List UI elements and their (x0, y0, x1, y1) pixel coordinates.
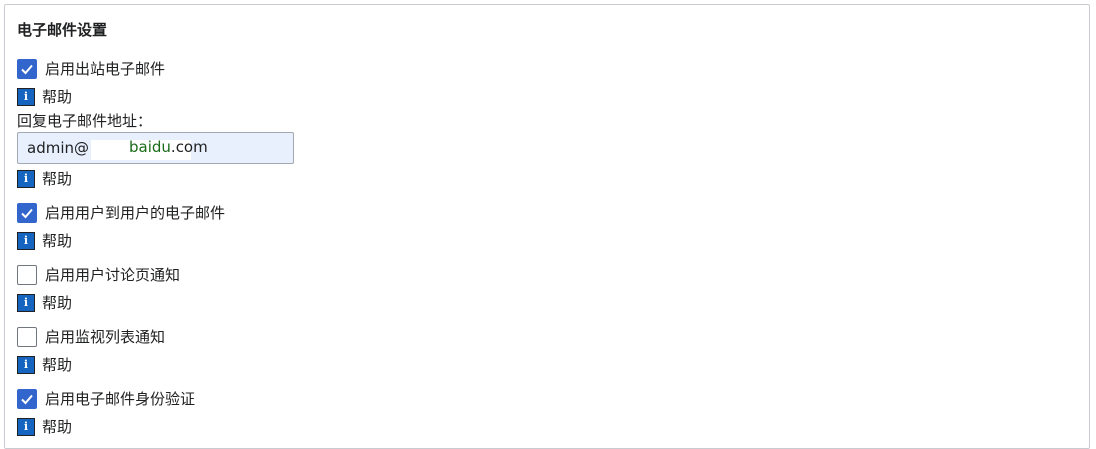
email-authentication-label[interactable]: 启用电子邮件身份验证 (45, 388, 195, 409)
section-title: 电子邮件设置 (17, 21, 108, 39)
help-link-user-to-user[interactable]: i 帮助 (17, 230, 72, 251)
help-label[interactable]: 帮助 (42, 354, 72, 375)
reply-email-domain: baidu.com (129, 138, 208, 156)
user-to-user-email-checkbox[interactable] (17, 202, 37, 223)
watchlist-notification-checkbox[interactable] (17, 326, 37, 347)
user-talk-notification-label[interactable]: 启用用户讨论页通知 (45, 264, 180, 285)
setting-email-authentication[interactable]: 启用电子邮件身份验证 (17, 388, 195, 409)
outbound-email-checkbox[interactable] (17, 58, 37, 79)
help-link-user-talk[interactable]: i 帮助 (17, 292, 72, 313)
help-label[interactable]: 帮助 (42, 416, 72, 437)
help-link-outbound[interactable]: i 帮助 (17, 86, 72, 107)
setting-user-talk-notification[interactable]: 启用用户讨论页通知 (17, 264, 180, 285)
help-label[interactable]: 帮助 (42, 230, 72, 251)
setting-watchlist-notification[interactable]: 启用监视列表通知 (17, 326, 165, 347)
help-label[interactable]: 帮助 (42, 86, 72, 107)
email-authentication-checkbox[interactable] (17, 388, 37, 409)
setting-outbound-email[interactable]: 启用出站电子邮件 (17, 58, 165, 79)
user-talk-notification-checkbox[interactable] (17, 264, 37, 285)
info-icon[interactable]: i (17, 417, 35, 436)
help-link-watchlist[interactable]: i 帮助 (17, 354, 72, 375)
info-icon[interactable]: i (17, 87, 35, 106)
help-link-reply-email[interactable]: i 帮助 (17, 168, 72, 189)
checkmark-icon (21, 208, 33, 218)
setting-user-to-user-email[interactable]: 启用用户到用户的电子邮件 (17, 202, 225, 223)
watchlist-notification-label[interactable]: 启用监视列表通知 (45, 326, 165, 347)
help-label[interactable]: 帮助 (42, 168, 72, 189)
outbound-email-label[interactable]: 启用出站电子邮件 (45, 58, 165, 79)
reply-email-label: 回复电子邮件地址： (17, 112, 153, 130)
checkmark-icon (21, 394, 33, 404)
info-icon[interactable]: i (17, 293, 35, 312)
info-icon[interactable]: i (17, 355, 35, 374)
help-link-email-authentication[interactable]: i 帮助 (17, 416, 72, 437)
email-settings-panel: 电子邮件设置 启用出站电子邮件 i 帮助 回复电子邮件地址： baidu.com… (4, 4, 1090, 449)
info-icon[interactable]: i (17, 231, 35, 250)
help-label[interactable]: 帮助 (42, 292, 72, 313)
info-icon[interactable]: i (17, 169, 35, 188)
user-to-user-email-label[interactable]: 启用用户到用户的电子邮件 (45, 202, 225, 223)
checkmark-icon (21, 64, 33, 74)
